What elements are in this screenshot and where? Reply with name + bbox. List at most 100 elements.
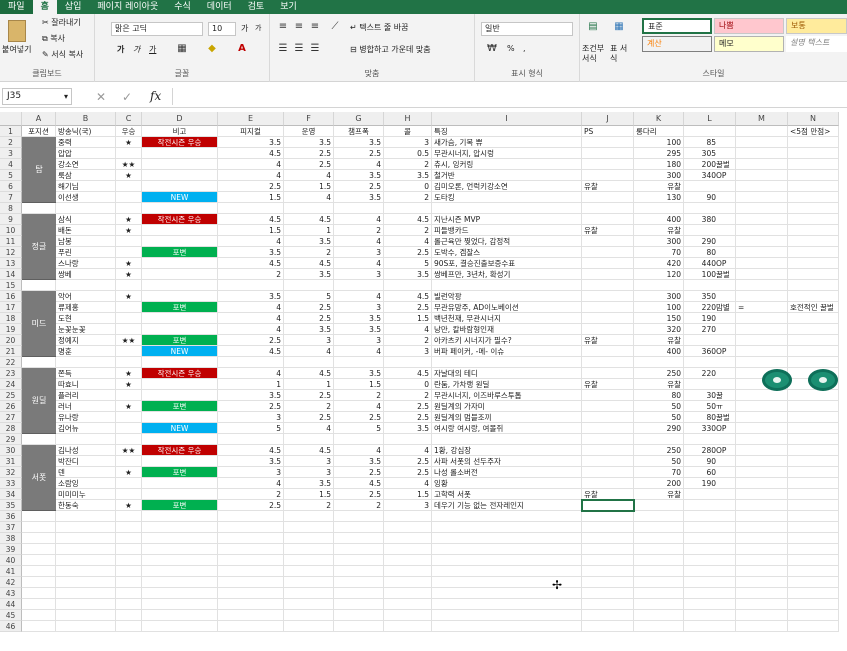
empty-cell[interactable] bbox=[284, 577, 334, 588]
cancel-icon[interactable]: ✕ bbox=[96, 90, 106, 104]
empty-cell[interactable] bbox=[736, 522, 788, 533]
cell-h[interactable]: 2.5 bbox=[384, 467, 432, 478]
empty-cell[interactable] bbox=[684, 522, 736, 533]
tab-7[interactable]: 보기 bbox=[272, 0, 305, 14]
empty-cell[interactable] bbox=[142, 522, 218, 533]
cell-m[interactable] bbox=[736, 258, 788, 269]
cell-n[interactable] bbox=[788, 225, 839, 236]
paste-icon[interactable] bbox=[8, 20, 26, 42]
cell-n[interactable] bbox=[788, 489, 839, 500]
cell-g[interactable]: 4 bbox=[334, 401, 384, 412]
cell-h[interactable]: 2 bbox=[384, 225, 432, 236]
empty-cell[interactable] bbox=[634, 588, 684, 599]
empty-cell[interactable] bbox=[284, 544, 334, 555]
cell-h[interactable]: 0 bbox=[384, 181, 432, 192]
empty-cell[interactable] bbox=[218, 280, 284, 291]
cell-m[interactable] bbox=[736, 423, 788, 434]
cell-j[interactable] bbox=[582, 214, 634, 225]
empty-cell[interactable] bbox=[218, 434, 284, 445]
empty-cell[interactable] bbox=[142, 280, 218, 291]
row-header[interactable]: 24 bbox=[0, 379, 22, 390]
cell-n[interactable] bbox=[788, 247, 839, 258]
empty-cell[interactable] bbox=[142, 533, 218, 544]
empty-cell[interactable] bbox=[142, 588, 218, 599]
cell-n[interactable] bbox=[788, 324, 839, 335]
cell-c[interactable] bbox=[116, 489, 142, 500]
empty-cell[interactable] bbox=[334, 434, 384, 445]
empty-cell[interactable] bbox=[22, 434, 56, 445]
cell-c[interactable] bbox=[116, 478, 142, 489]
cell-e[interactable]: 4.5 bbox=[218, 445, 284, 456]
empty-cell[interactable] bbox=[432, 566, 582, 577]
cell-f[interactable]: 4 bbox=[284, 192, 334, 203]
cell-b[interactable]: 미미미누 bbox=[56, 489, 116, 500]
column-header-F[interactable]: F bbox=[284, 112, 334, 126]
column-header-E[interactable]: E bbox=[218, 112, 284, 126]
empty-cell[interactable] bbox=[22, 544, 56, 555]
empty-cell[interactable] bbox=[116, 522, 142, 533]
cell-i[interactable]: 90S포, 결승진출보증수표 bbox=[432, 258, 582, 269]
empty-cell[interactable] bbox=[384, 280, 432, 291]
header-cell[interactable]: 챔프폭 bbox=[334, 126, 384, 137]
empty-cell[interactable] bbox=[384, 522, 432, 533]
cell-i[interactable]: 빌런악팡 bbox=[432, 291, 582, 302]
cell-c[interactable] bbox=[116, 181, 142, 192]
empty-cell[interactable] bbox=[788, 533, 839, 544]
empty-cell[interactable] bbox=[684, 544, 736, 555]
cell-f[interactable]: 2 bbox=[284, 500, 334, 511]
cell-j[interactable] bbox=[582, 258, 634, 269]
empty-cell[interactable] bbox=[284, 621, 334, 632]
empty-cell[interactable] bbox=[788, 280, 839, 291]
cell-k[interactable]: 300 bbox=[634, 236, 684, 247]
cell-h[interactable]: 1.5 bbox=[384, 313, 432, 324]
cell-e[interactable]: 3.5 bbox=[218, 291, 284, 302]
cell-f[interactable]: 2.5 bbox=[284, 302, 334, 313]
empty-cell[interactable] bbox=[142, 566, 218, 577]
cell-n[interactable] bbox=[788, 192, 839, 203]
cell-k[interactable]: 120 bbox=[634, 269, 684, 280]
cell-c[interactable]: ★★ bbox=[116, 335, 142, 346]
cell-e[interactable]: 4 bbox=[218, 478, 284, 489]
cell-m[interactable] bbox=[736, 225, 788, 236]
empty-cell[interactable] bbox=[432, 522, 582, 533]
cell-g[interactable]: 3 bbox=[334, 335, 384, 346]
tab-0[interactable]: 파일 bbox=[0, 0, 33, 14]
empty-cell[interactable] bbox=[684, 621, 736, 632]
row-header[interactable]: 11 bbox=[0, 236, 22, 247]
row-header[interactable]: 13 bbox=[0, 258, 22, 269]
empty-cell[interactable] bbox=[634, 511, 684, 522]
cell-h[interactable]: 0.5 bbox=[384, 148, 432, 159]
cell-m[interactable] bbox=[736, 313, 788, 324]
cell-h[interactable]: 2 bbox=[384, 159, 432, 170]
empty-cell[interactable] bbox=[736, 577, 788, 588]
cell-b[interactable]: 악어 bbox=[56, 291, 116, 302]
empty-cell[interactable] bbox=[56, 357, 116, 368]
roll-cell[interactable]: 50ㅠ bbox=[684, 401, 736, 412]
roll-cell[interactable]: 340OP bbox=[684, 170, 736, 181]
cell-h[interactable]: 4.5 bbox=[384, 214, 432, 225]
cell-k[interactable]: 400 bbox=[634, 214, 684, 225]
empty-cell[interactable] bbox=[116, 555, 142, 566]
cell-g[interactable]: 2.5 bbox=[334, 148, 384, 159]
cell-h[interactable]: 3 bbox=[384, 346, 432, 357]
cell-f[interactable]: 1 bbox=[284, 225, 334, 236]
row-header[interactable]: 16 bbox=[0, 291, 22, 302]
empty-cell[interactable] bbox=[56, 555, 116, 566]
italic-button[interactable]: 가 bbox=[133, 44, 140, 55]
cut-button[interactable]: ✂ 잘라내기 bbox=[42, 17, 81, 28]
cell-i[interactable]: 지난시즌 MVP bbox=[432, 214, 582, 225]
cell-k[interactable]: 유찰 bbox=[634, 225, 684, 236]
cell-f[interactable]: 3.5 bbox=[284, 236, 334, 247]
tab-1[interactable]: 홈 bbox=[32, 0, 57, 14]
cell-g[interactable]: 4.5 bbox=[334, 478, 384, 489]
cell-m[interactable] bbox=[736, 478, 788, 489]
empty-cell[interactable] bbox=[684, 357, 736, 368]
cell-k[interactable]: 유찰 bbox=[634, 379, 684, 390]
roll-cell[interactable]: 305 bbox=[684, 148, 736, 159]
empty-cell[interactable] bbox=[334, 357, 384, 368]
roll-cell[interactable] bbox=[684, 379, 736, 390]
empty-cell[interactable] bbox=[736, 357, 788, 368]
cell-j[interactable] bbox=[582, 236, 634, 247]
empty-cell[interactable] bbox=[218, 566, 284, 577]
roll-cell[interactable]: 220맘별 bbox=[684, 302, 736, 313]
